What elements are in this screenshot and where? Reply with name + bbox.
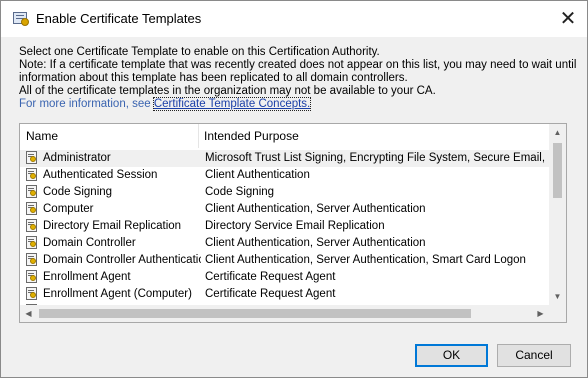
table-row[interactable]: Domain Controller Client Authentication, … (20, 235, 549, 252)
intended-purpose-cell: Certificate Request Agent (205, 271, 336, 283)
certificate-template-concepts-link[interactable]: Certificate Template Concepts. (152, 97, 312, 111)
template-name-cell: Administrator (43, 152, 111, 164)
cancel-button[interactable]: Cancel (497, 344, 571, 367)
certificate-template-icon (26, 151, 37, 164)
template-name-cell: Enrollment Agent (43, 271, 131, 283)
intended-purpose-cell: Certificate Request Agent (205, 288, 336, 300)
certificate-template-icon (26, 270, 37, 283)
intended-purpose-cell: Client Authentication, Server Authentica… (205, 254, 526, 266)
more-info-prefix: For more information, see (19, 98, 154, 110)
certificate-template-icon (26, 185, 37, 198)
certificate-template-icon (26, 236, 37, 249)
more-info-line: For more information, see Certificate Te… (19, 97, 312, 111)
intended-purpose-cell: Directory Service Email Replication (205, 220, 385, 232)
certificate-templates-list[interactable]: Name Intended Purpose Administrator Micro… (19, 123, 567, 323)
description-line-4: All of the certificate templates in the … (19, 85, 436, 97)
list-rows: Administrator Microsoft Trust List Signin… (20, 150, 549, 305)
description-line-2: Note: If a certificate template that was… (19, 59, 577, 71)
description-line-3: information about this template has been… (19, 72, 408, 84)
scrollbar-corner (549, 305, 566, 322)
intended-purpose-cell: Client Authentication (205, 169, 310, 181)
template-name-cell: Authenticated Session (43, 169, 158, 181)
certificate-template-icon (26, 202, 37, 215)
close-button[interactable]: ✕ (553, 4, 583, 32)
table-row[interactable]: Authenticated Session Client Authenticati… (20, 167, 549, 184)
template-name-cell: Enrollment Agent (Computer) (43, 288, 192, 300)
scroll-left-icon[interactable]: ◀ (20, 305, 37, 322)
table-row[interactable]: Enrollment Agent (Computer) Certificate R… (20, 286, 549, 303)
template-name-cell: Code Signing (43, 186, 113, 198)
table-row[interactable]: Enrollment Agent Certificate Request Agen… (20, 269, 549, 286)
intended-purpose-cell: Client Authentication, Server Authentica… (205, 237, 426, 249)
horizontal-scrollbar[interactable]: ◀ ▶ (20, 305, 549, 322)
vertical-scrollbar[interactable]: ▲ ▼ (549, 124, 566, 305)
template-name-cell: Computer (43, 203, 94, 215)
enable-certificate-templates-dialog: Enable Certificate Templates ✕ Select on… (0, 0, 588, 378)
scroll-up-icon[interactable]: ▲ (549, 124, 566, 141)
description-line-1: Select one Certificate Template to enabl… (19, 46, 380, 58)
list-header: Name Intended Purpose (20, 124, 549, 148)
certificate-template-icon (26, 168, 37, 181)
ok-button[interactable]: OK (415, 344, 488, 367)
intended-purpose-cell: Client Authentication, Server Authentica… (205, 203, 426, 215)
table-row[interactable]: Computer Client Authentication, Server Au… (20, 201, 549, 218)
intended-purpose-cell: Code Signing (205, 186, 275, 198)
template-name-cell: Domain Controller (43, 237, 136, 249)
column-header-name[interactable]: Name (26, 124, 199, 148)
window-title: Enable Certificate Templates (36, 11, 202, 26)
certificate-template-icon (26, 253, 37, 266)
horizontal-scroll-thumb[interactable] (39, 309, 471, 318)
template-name-cell: Directory Email Replication (43, 220, 182, 232)
vertical-scroll-thumb[interactable] (553, 143, 562, 198)
template-name-cell: Domain Controller Authentication (43, 254, 201, 266)
intended-purpose-cell: Microsoft Trust List Signing, Encrypting… (205, 152, 548, 164)
description-text: Select one Certificate Template to enabl… (19, 46, 579, 98)
certificate-template-icon (26, 219, 37, 232)
table-row[interactable]: Administrator Microsoft Trust List Signin… (20, 150, 549, 167)
scroll-down-icon[interactable]: ▼ (549, 288, 566, 305)
certificate-template-icon (26, 287, 37, 300)
column-header-intended-purpose[interactable]: Intended Purpose (204, 124, 548, 148)
scroll-right-icon[interactable]: ▶ (532, 305, 549, 322)
table-row[interactable]: Code Signing Code Signing (20, 184, 549, 201)
table-row[interactable]: Domain Controller Authentication Client A… (20, 252, 549, 269)
certificate-window-icon (13, 12, 29, 26)
title-bar[interactable]: Enable Certificate Templates ✕ (1, 1, 587, 37)
table-row[interactable]: Directory Email Replication Directory Ser… (20, 218, 549, 235)
